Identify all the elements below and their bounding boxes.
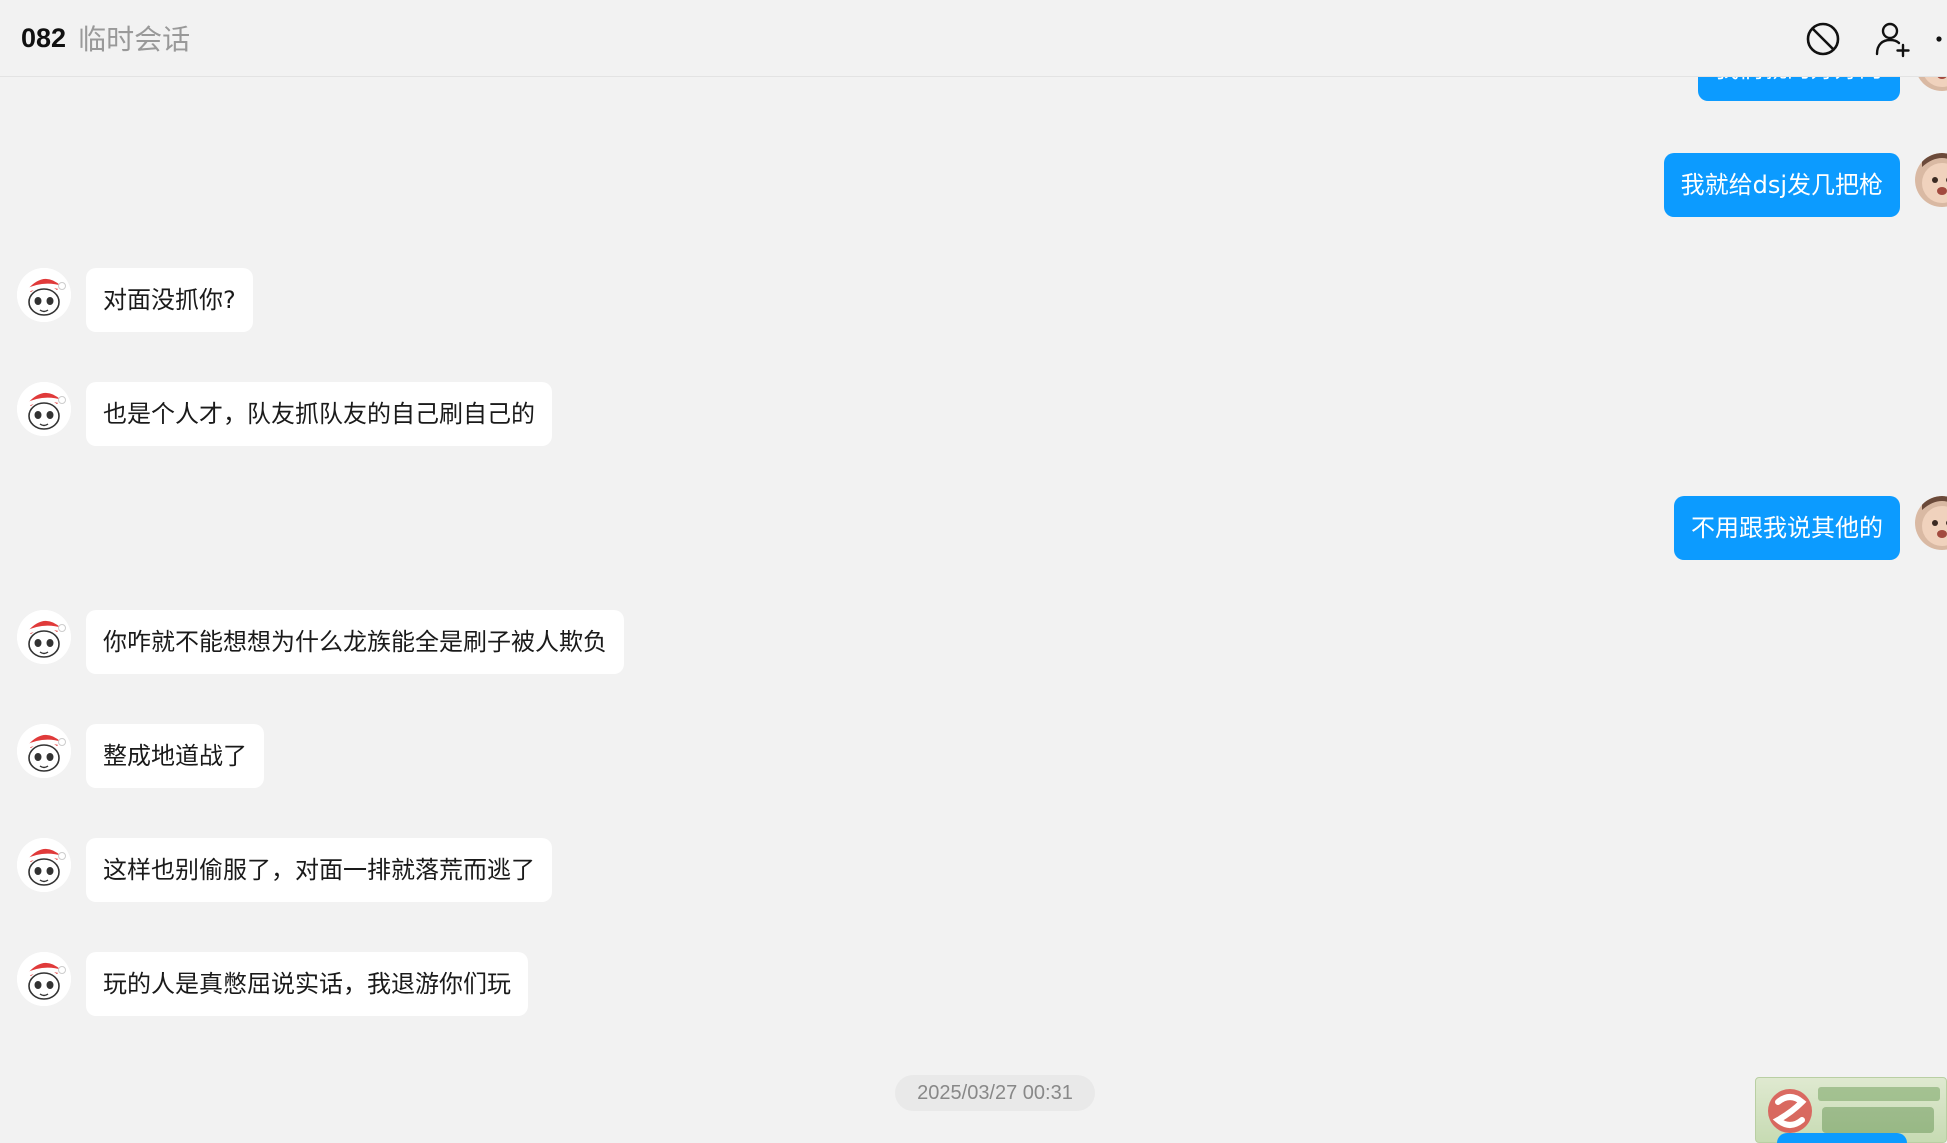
contact-avatar[interactable] (17, 610, 71, 664)
message-bubble[interactable]: 你咋就不能想想为什么龙族能全是刷子被人欺负 (86, 610, 624, 674)
message-bubble[interactable]: 对面没抓你? (86, 268, 253, 332)
message-row-other: 这样也别偷服了，对面一排就落荒而逃了 (17, 838, 552, 902)
self-avatar[interactable] (1915, 496, 1947, 550)
contact-name[interactable]: 082 (21, 23, 66, 54)
contact-avatar[interactable] (17, 268, 71, 322)
message-bubble[interactable]: 不用跟我说其他的 (1674, 496, 1900, 560)
message-bubble[interactable]: 也是个人才，队友抓队友的自己刷自己的 (86, 382, 552, 446)
add-user-icon[interactable] (1873, 19, 1913, 59)
more-icon[interactable] (1933, 19, 1947, 59)
timestamp-label: 2025/03/27 00:31 (895, 1075, 1095, 1111)
message-row-self: 我们就的好好的 (1698, 77, 1947, 101)
block-icon[interactable] (1803, 19, 1843, 59)
self-avatar[interactable] (1915, 153, 1947, 207)
message-bubble[interactable]: 我就给dsj发几把枪 (1663, 153, 1900, 217)
contact-avatar[interactable] (17, 724, 71, 778)
message-bubble[interactable]: 整成地道战了 (86, 724, 264, 788)
message-bubble[interactable]: 这样也别偷服了，对面一排就落荒而逃了 (86, 838, 552, 902)
session-type-label: 临时会话 (78, 23, 191, 56)
message-bubble[interactable]: 我们就的好好的 (1698, 77, 1900, 101)
message-row-self: 我就给dsj发几把枪 (1663, 153, 1947, 217)
new-message-indicator[interactable] (1777, 1133, 1907, 1143)
message-list[interactable]: 我们就的好好的 我就给dsj发几把枪 (0, 77, 1947, 1143)
chat-header: 082 临时会话 (0, 0, 1947, 77)
message-row-other: 整成地道战了 (17, 724, 264, 788)
header-toolbar (1803, 0, 1947, 77)
contact-avatar[interactable] (17, 838, 71, 892)
message-row-other: 你咋就不能想想为什么龙族能全是刷子被人欺负 (17, 610, 624, 674)
self-avatar[interactable] (1915, 77, 1947, 91)
contact-avatar[interactable] (17, 952, 71, 1006)
message-row-other: 玩的人是真憋屈说实话，我退游你们玩 (17, 952, 528, 1016)
message-row-other: 也是个人才，队友抓队友的自己刷自己的 (17, 382, 552, 446)
message-bubble[interactable]: 玩的人是真憋屈说实话，我退游你们玩 (86, 952, 528, 1016)
contact-avatar[interactable] (17, 382, 71, 436)
message-row-other: 对面没抓你? (17, 268, 253, 332)
message-row-self: 不用跟我说其他的 (1674, 496, 1947, 560)
